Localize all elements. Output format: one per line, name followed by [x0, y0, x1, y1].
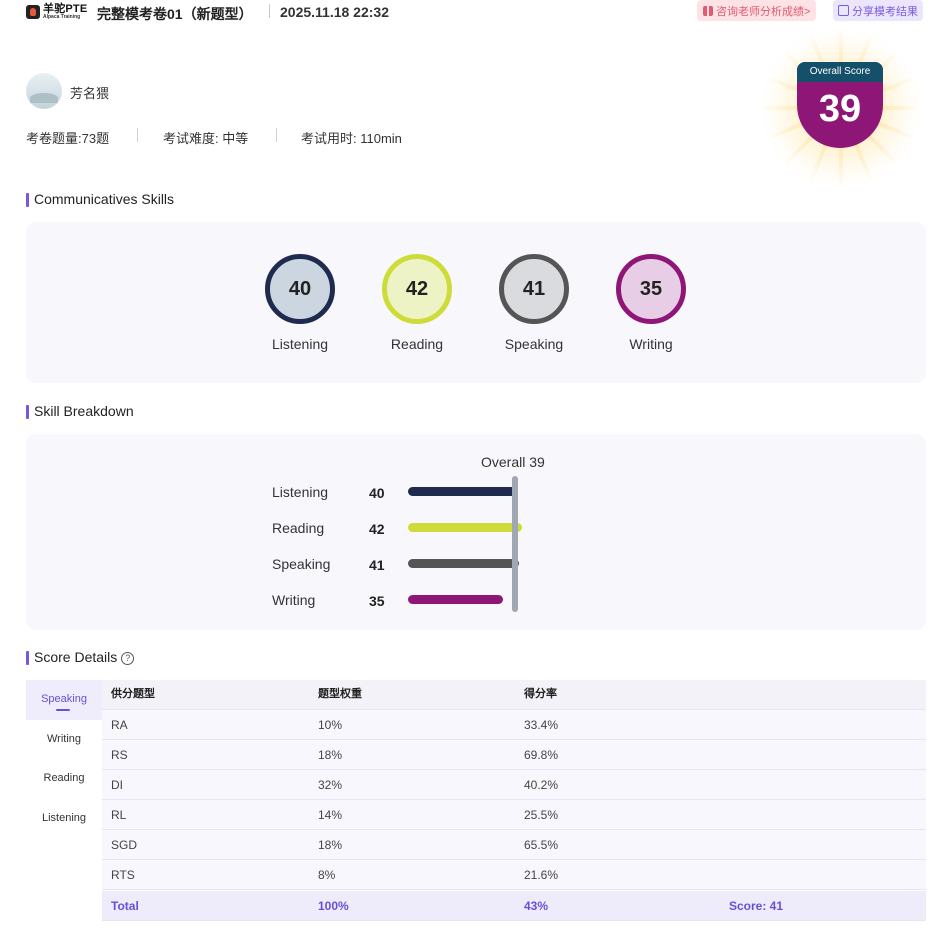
table-total-row: Total 100% 43% Score: 41: [102, 891, 926, 921]
row-type: RA: [111, 718, 128, 732]
row-type: RL: [111, 808, 127, 822]
writing-score: 35: [639, 277, 663, 300]
breakdown-reading-bar: [408, 523, 522, 532]
row-weight: 18%: [318, 838, 343, 852]
table-row: SGD 18% 65.5%: [102, 830, 926, 860]
row-rate: 21.6%: [524, 868, 559, 882]
breakdown-speaking-value: 41: [369, 557, 385, 573]
writing-label: Writing: [629, 336, 673, 352]
exam-difficulty: 考试难度: 中等: [163, 131, 249, 146]
table-row: RL 14% 25.5%: [102, 800, 926, 830]
speaking-score: 41: [522, 277, 546, 300]
table-row: RTS 8% 21.6%: [102, 860, 926, 890]
share-result-label: 分享模考结果: [852, 5, 918, 18]
consult-teacher-button[interactable]: 咨询老师分析成绩>: [697, 0, 817, 21]
active-tab-indicator: [56, 709, 70, 711]
share-icon: [838, 5, 849, 16]
column-header-rate: 得分率: [524, 688, 557, 700]
consult-teacher-label: 咨询老师分析成绩>: [716, 5, 811, 18]
breakdown-writing-bar: [408, 595, 503, 604]
tab-writing[interactable]: Writing: [26, 733, 102, 745]
section-title-communicative: Communicatives Skills: [26, 191, 174, 207]
row-weight: 8%: [318, 868, 336, 882]
listening-label: Listening: [271, 336, 329, 352]
row-type: RS: [111, 748, 128, 762]
overall-marker-line: [512, 476, 518, 612]
breakdown-writing-label: Writing: [272, 592, 316, 608]
row-type: RTS: [111, 868, 135, 882]
listening-score-circle: 40: [265, 254, 335, 324]
section-title-breakdown: Skill Breakdown: [26, 403, 134, 419]
communicative-skills-panel: [26, 222, 926, 383]
overall-score-badge: Overall Score 39: [797, 62, 883, 148]
breakdown-overall-label: Overall 39: [481, 454, 545, 470]
reading-score: 42: [405, 277, 429, 300]
breakdown-listening-value: 40: [369, 485, 385, 501]
overall-score-value: 39: [818, 88, 862, 130]
table-header-row: 供分题型 题型权重 得分率: [102, 680, 926, 710]
total-label: Total: [111, 899, 139, 913]
row-rate: 25.5%: [524, 808, 559, 822]
breakdown-listening-label: Listening: [272, 484, 329, 500]
breakdown-reading-value: 42: [369, 521, 385, 537]
question-count: 考卷题量:73题: [26, 131, 110, 146]
reading-label: Reading: [390, 336, 444, 352]
speaking-score-circle: 41: [499, 254, 569, 324]
avatar: [26, 73, 62, 109]
writing-score-circle: 35: [616, 254, 686, 324]
column-header-type: 供分题型: [111, 688, 155, 700]
meta-divider: [276, 128, 277, 142]
breakdown-speaking-bar: [408, 559, 519, 568]
row-weight: 14%: [318, 808, 343, 822]
row-rate: 69.8%: [524, 748, 559, 762]
tab-listening[interactable]: Listening: [26, 812, 102, 824]
row-type: SGD: [111, 838, 138, 852]
header-bar: 羊驼PTE Alpaca Training 完整模考卷01（新题型） 2025.…: [0, 0, 949, 26]
gift-icon: [703, 5, 713, 16]
meta-divider: [137, 128, 138, 142]
reading-score-circle: 42: [382, 254, 452, 324]
help-icon[interactable]: ?: [121, 652, 135, 665]
column-header-weight: 题型权重: [318, 688, 362, 700]
row-weight: 18%: [318, 748, 343, 762]
overall-score-label: Overall Score: [809, 66, 871, 77]
row-weight: 10%: [318, 718, 343, 732]
breakdown-reading-label: Reading: [272, 520, 325, 536]
share-result-button[interactable]: 分享模考结果: [833, 0, 923, 21]
table-row: DI 32% 40.2%: [102, 770, 926, 800]
tab-speaking[interactable]: Speaking: [26, 693, 102, 705]
table-row: RS 18% 69.8%: [102, 740, 926, 770]
brand-subtitle: Alpaca Training: [43, 14, 81, 20]
speaking-label: Speaking: [504, 336, 564, 352]
exam-datetime: 2025.11.18 22:32: [280, 4, 389, 20]
row-rate: 33.4%: [524, 718, 559, 732]
tab-reading[interactable]: Reading: [26, 772, 102, 784]
row-type: DI: [111, 778, 123, 792]
exam-duration: 考试用时: 110min: [301, 131, 402, 146]
alpaca-logo-icon: [26, 5, 40, 19]
total-rate: 43%: [524, 899, 549, 913]
exam-title: 完整模考卷01（新题型）: [97, 6, 253, 22]
section-title-details: Score Details?: [26, 649, 135, 665]
breakdown-speaking-label: Speaking: [272, 556, 331, 572]
row-rate: 40.2%: [524, 778, 559, 792]
score-details-title: Score Details: [34, 649, 118, 665]
brand-logo: 羊驼PTE Alpaca Training: [26, 4, 87, 20]
header-divider: [269, 4, 270, 18]
row-weight: 32%: [318, 778, 343, 792]
listening-score: 40: [288, 277, 312, 300]
total-score: Score: 41: [729, 899, 784, 913]
breakdown-writing-value: 35: [369, 593, 385, 609]
breakdown-listening-bar: [408, 487, 517, 496]
username: 芳名猥: [70, 86, 110, 101]
table-row: RA 10% 33.4%: [102, 710, 926, 740]
total-weight: 100%: [318, 899, 349, 913]
row-rate: 65.5%: [524, 838, 559, 852]
